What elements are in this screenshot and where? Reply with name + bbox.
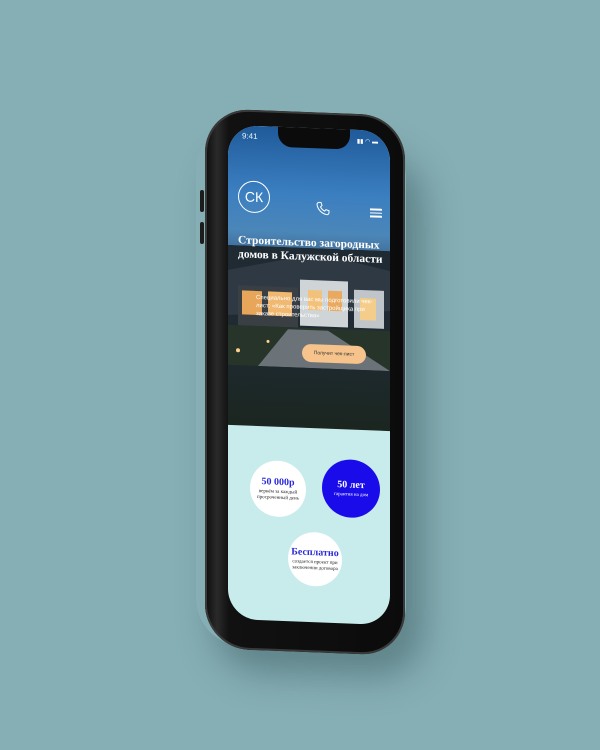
feature-value: 50 лет xyxy=(337,478,365,491)
phone-screen: 9:41 ▮▮ ◠ ▬ СК Строительство загородных … xyxy=(228,124,390,626)
status-time: 9:41 xyxy=(242,131,258,142)
volume-down-button xyxy=(200,222,204,244)
feature-value: Бесплатно xyxy=(291,545,339,559)
hero-title: Строительство загородных домов в Калужск… xyxy=(238,234,383,266)
feature-free-project: Бесплатно создается проект при заключени… xyxy=(288,531,342,588)
feature-desc: вернём за каждый просроченный день xyxy=(257,488,299,502)
logo-text: СК xyxy=(244,188,264,206)
feature-refund: 50 000р вернём за каждый просроченный де… xyxy=(250,459,306,518)
feature-value: 50 000р xyxy=(261,475,295,488)
volume-up-button xyxy=(200,190,204,212)
phone-notch xyxy=(278,124,350,150)
get-checklist-button[interactable]: Получит чек-лист xyxy=(302,343,366,365)
feature-desc: гарантия на дом xyxy=(333,491,369,498)
hero-subtitle: Специально для вас мы подготовили чек-ли… xyxy=(256,294,373,320)
status-icons: ▮▮ ◠ ▬ xyxy=(356,138,378,146)
phone-icon[interactable] xyxy=(316,201,330,216)
logo[interactable]: СК xyxy=(238,180,270,214)
feature-warranty: 50 лет гарантия на дом xyxy=(322,458,380,519)
hero-section: 9:41 ▮▮ ◠ ▬ СК Строительство загородных … xyxy=(228,124,390,432)
menu-icon[interactable] xyxy=(370,208,382,220)
feature-desc: создается проект при заключении договора xyxy=(292,558,338,572)
